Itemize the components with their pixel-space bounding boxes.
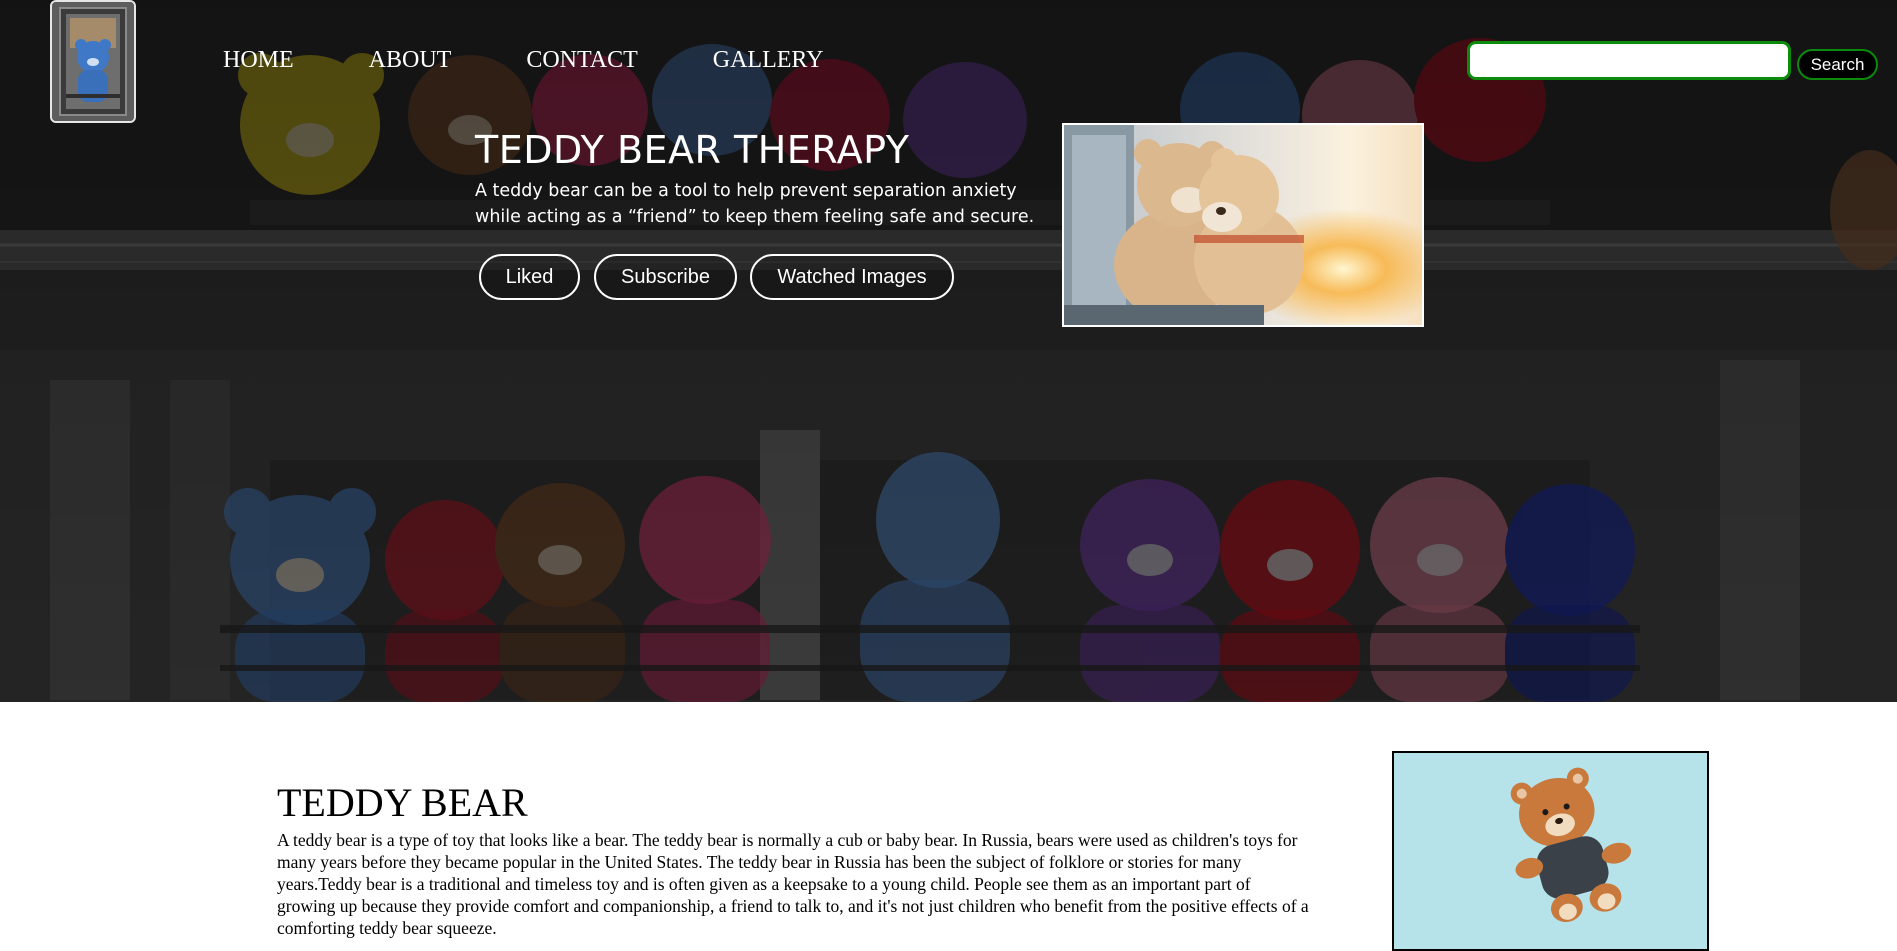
nav-link-gallery[interactable]: GALLERY bbox=[713, 44, 824, 76]
hero-teddy-photo bbox=[1062, 123, 1424, 327]
article-title: TEDDY BEAR bbox=[277, 780, 528, 825]
hero-title: TEDDY BEAR THERAPY bbox=[475, 128, 910, 172]
search-input[interactable] bbox=[1467, 41, 1791, 80]
hero-background-image bbox=[0, 0, 1897, 702]
teddy-bear-logo-icon[interactable] bbox=[50, 0, 136, 123]
subscribe-button[interactable]: Subscribe bbox=[594, 254, 737, 300]
nav-link-home[interactable]: HOME bbox=[223, 44, 294, 76]
hero-section: HOME ABOUT CONTACT GALLERY Search TEDDY … bbox=[0, 0, 1897, 702]
nav-link-about[interactable]: ABOUT bbox=[369, 44, 452, 76]
main-nav: HOME ABOUT CONTACT GALLERY bbox=[223, 44, 823, 76]
watched-images-button[interactable]: Watched Images bbox=[750, 254, 954, 300]
nav-link-contact[interactable]: CONTACT bbox=[526, 44, 637, 76]
liked-button[interactable]: Liked bbox=[479, 254, 580, 300]
article-body: A teddy bear is a type of toy that looks… bbox=[277, 830, 1309, 938]
article-teddy-photo bbox=[1392, 751, 1709, 951]
search-button[interactable]: Search bbox=[1797, 49, 1878, 80]
hero-description: A teddy bear can be a tool to help preve… bbox=[475, 181, 1035, 227]
